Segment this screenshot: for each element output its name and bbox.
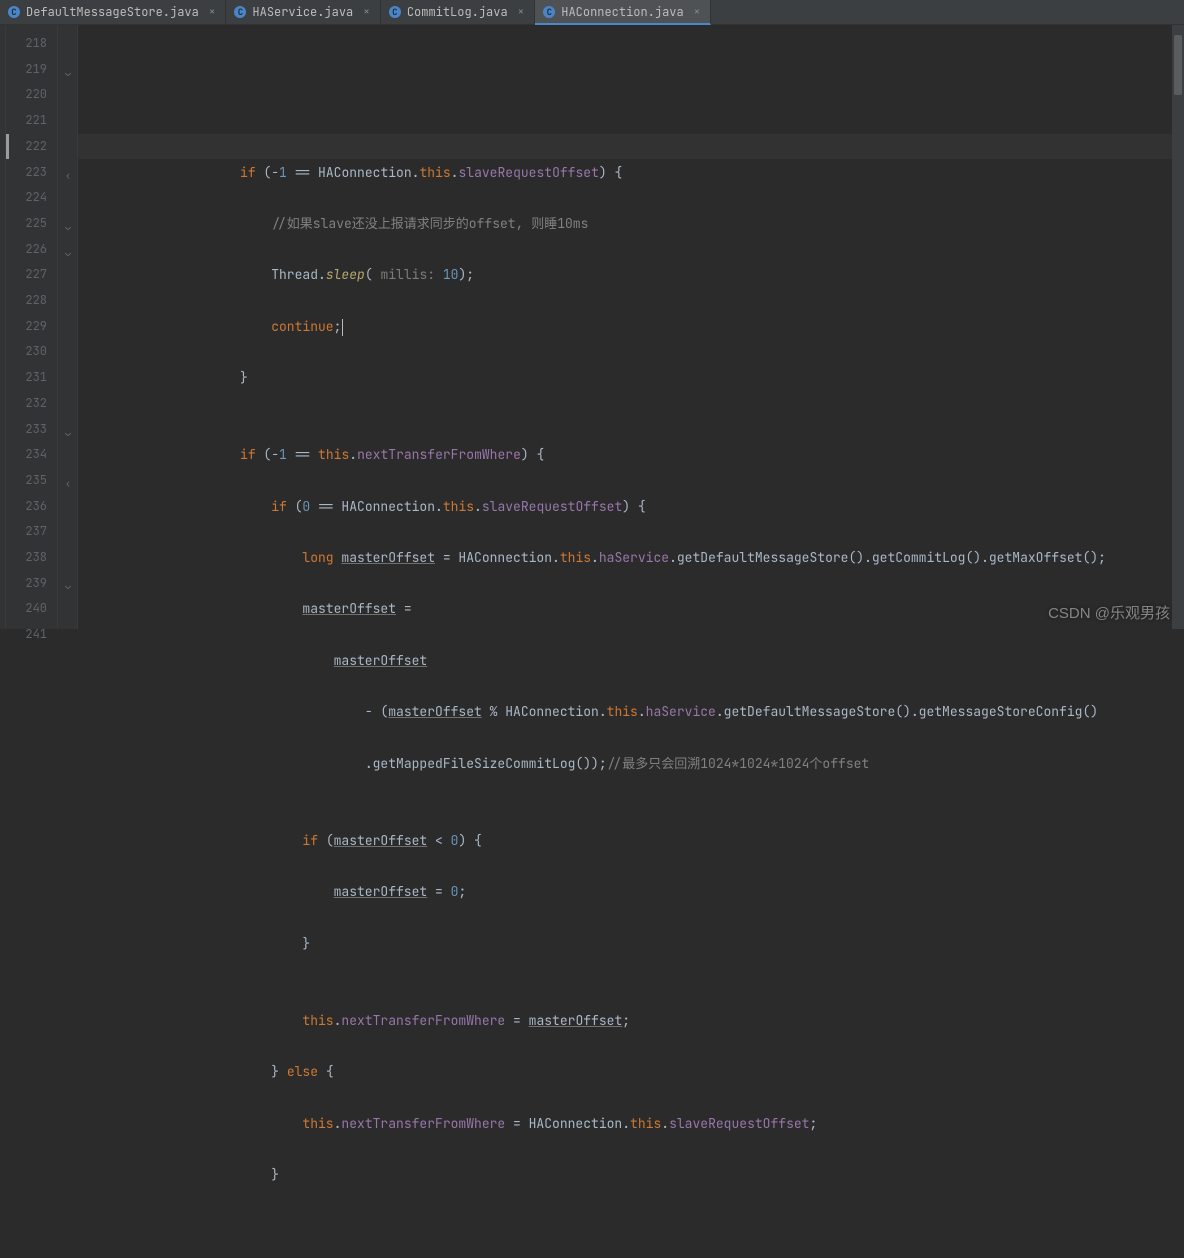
line-number: 223 [6,160,57,186]
line-number: 221 [6,108,57,134]
java-class-icon: C [389,6,401,18]
java-class-icon: C [8,6,20,18]
line-number: 218 [6,31,57,57]
tab-label: CommitLog.java [407,4,508,20]
text-caret [342,319,343,336]
scrollbar-thumb[interactable] [1174,35,1182,95]
line-number: 219 [6,57,57,83]
line-number: 227 [6,262,57,288]
line-number: 226 [6,237,57,263]
vertical-scrollbar[interactable] [1172,25,1184,629]
line-number: 229 [6,314,57,340]
fold-toggle-icon[interactable]: ⌄ [62,573,74,599]
line-number: 222 [6,134,57,160]
line-number: 234 [6,442,57,468]
line-number: 235 [6,468,57,494]
close-icon[interactable]: × [518,5,525,19]
modified-line-marker [6,134,9,160]
fold-gutter[interactable]: ⌄ ‹ ⌄ ⌄ ⌄ ‹ ⌄ [58,25,78,629]
code-editor[interactable]: if (-1 == HAConnection.this.slaveRequest… [78,25,1172,629]
code-content: if (-1 == HAConnection.this.slaveRequest… [84,108,1172,1258]
close-icon[interactable]: × [209,5,216,19]
line-number: 231 [6,365,57,391]
editor-tabbar: C DefaultMessageStore.java × C HAService… [0,0,1184,25]
editor-area: 2182192202212222232242252262272282292302… [0,25,1184,629]
line-number: 237 [6,519,57,545]
fold-toggle-icon[interactable]: ⌄ [62,240,74,266]
tab-label: HAService.java [252,4,353,20]
line-number: 232 [6,391,57,417]
tab-haservice[interactable]: C HAService.java × [226,0,380,24]
close-icon[interactable]: × [694,5,701,19]
fold-toggle-icon[interactable]: ⌄ [62,60,74,86]
line-number: 236 [6,494,57,520]
java-class-icon: C [543,6,555,18]
line-number: 228 [6,288,57,314]
line-number: 224 [6,185,57,211]
line-number: 230 [6,339,57,365]
fold-toggle-icon[interactable]: ⌄ [62,214,74,240]
close-icon[interactable]: × [363,5,370,19]
line-number: 225 [6,211,57,237]
tab-label: HAConnection.java [561,4,683,20]
tab-haconnection[interactable]: C HAConnection.java × [535,0,711,25]
line-number: 239 [6,571,57,597]
line-number: 240 [6,596,57,622]
tab-label: DefaultMessageStore.java [26,4,199,20]
line-number: 241 [6,622,57,648]
line-number: 238 [6,545,57,571]
line-number-gutter[interactable]: 2182192202212222232242252262272282292302… [6,25,58,629]
line-number: 220 [6,82,57,108]
line-number: 233 [6,417,57,443]
tab-commitlog[interactable]: C CommitLog.java × [381,0,535,24]
java-class-icon: C [234,6,246,18]
tab-defaultmessagestore[interactable]: C DefaultMessageStore.java × [0,0,226,24]
fold-end-icon: ‹ [62,163,74,189]
fold-end-icon: ‹ [62,471,74,497]
fold-toggle-icon[interactable]: ⌄ [62,420,74,446]
